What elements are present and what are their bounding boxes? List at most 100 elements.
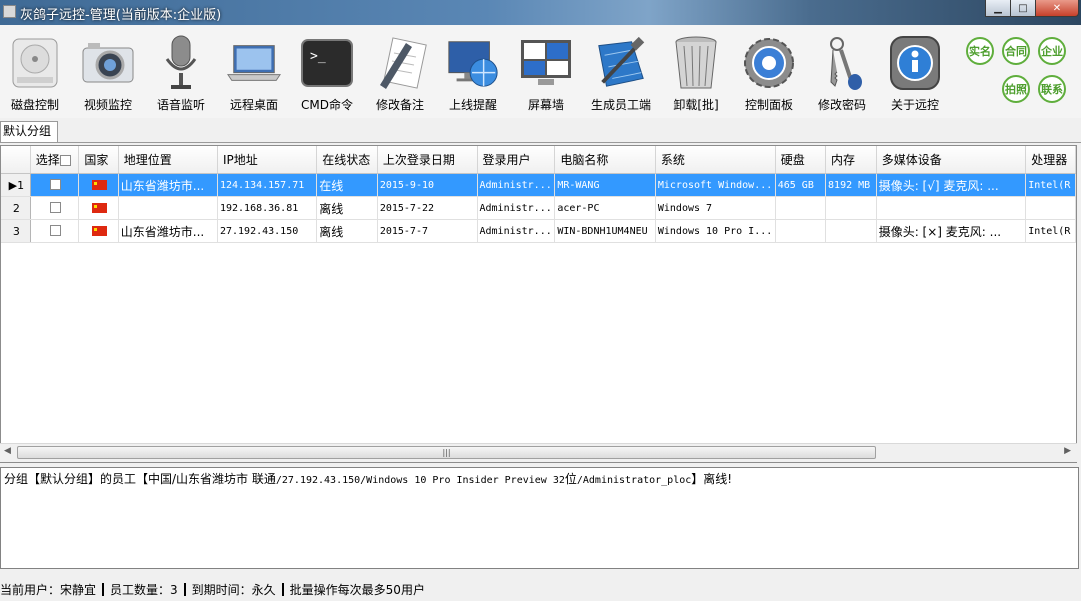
toolbar-label: 视频监控 xyxy=(83,98,132,112)
control-panel-gear-icon xyxy=(741,33,797,93)
row-number[interactable]: ▶1 xyxy=(1,173,31,197)
log-text: 位 xyxy=(564,472,577,486)
cell-memory: 8192 MB xyxy=(825,173,877,197)
row-number[interactable]: 3 xyxy=(1,219,31,243)
cell-memory xyxy=(825,196,877,220)
cell-pc-name: MR-WANG xyxy=(554,173,656,197)
col-header-memory[interactable]: 内存 xyxy=(825,146,877,174)
table-header: 选择 国家 地理位置 IP地址 在线状态 上次登录日期 登录用户 电脑名称 系统… xyxy=(1,146,1076,174)
minimize-button[interactable]: ▁ xyxy=(985,0,1011,17)
cmd-command-button[interactable]: >_ CMD命令 xyxy=(290,33,364,117)
status-bar: 当前用户：宋静宜 员工数量：3 到期时间：永久 批量操作每次最多50用户 xyxy=(0,580,425,598)
col-header-os[interactable]: 系统 xyxy=(655,146,776,174)
disk-control-button[interactable]: 磁盘控制 xyxy=(0,33,72,117)
col-header-location[interactable]: 地理位置 xyxy=(118,146,218,174)
cell-os: Microsoft Window... xyxy=(655,173,776,197)
scrollbar-thumb[interactable]: ||| xyxy=(17,446,876,459)
col-header-user[interactable]: 登录用户 xyxy=(477,146,556,174)
svg-text:>_: >_ xyxy=(310,49,326,64)
real-name-badge[interactable]: 实名 xyxy=(966,37,994,65)
enterprise-badge[interactable]: 企业 xyxy=(1038,37,1066,65)
row-number[interactable]: 2 xyxy=(1,196,31,220)
cell-memory xyxy=(825,219,877,243)
cell-location: 山东省潍坊市... xyxy=(118,173,218,197)
table-row[interactable]: ▶1 山东省潍坊市... 124.134.157.71 在线 2015-9-10… xyxy=(1,173,1076,197)
col-header-media[interactable]: 多媒体设备 xyxy=(876,146,1027,174)
china-flag-icon xyxy=(92,179,108,190)
row-header-corner xyxy=(1,146,31,174)
employee-count: 员工数量：3 xyxy=(110,582,178,597)
col-header-select[interactable]: 选择 xyxy=(30,146,80,174)
online-alert-button[interactable]: 上线提醒 xyxy=(436,33,510,117)
log-text: 分组【默认分组】的员工【中国/山东省潍坊市 联通 xyxy=(4,472,276,486)
maximize-button[interactable]: □ xyxy=(1010,0,1036,17)
horizontal-scrollbar[interactable]: ◀ ||| ▶ xyxy=(0,443,1077,462)
cell-media xyxy=(876,196,1027,220)
remote-desktop-button[interactable]: 远程桌面 xyxy=(217,33,291,117)
photo-badge[interactable]: 拍照 xyxy=(1002,75,1030,103)
cell-pc-name: WIN-BDNH1UM4NEU xyxy=(554,219,656,243)
row-checkbox[interactable] xyxy=(50,179,62,191)
edit-note-button[interactable]: 修改备注 xyxy=(363,33,437,117)
screen-wall-icon xyxy=(518,33,574,93)
app-icon xyxy=(3,5,16,18)
col-header-disk[interactable]: 硬盘 xyxy=(775,146,827,174)
col-header-cpu[interactable]: 处理器 xyxy=(1025,146,1076,174)
current-user: 当前用户：宋静宜 xyxy=(0,582,97,597)
select-all-checkbox[interactable] xyxy=(59,155,71,166)
col-header-ip[interactable]: IP地址 xyxy=(217,146,318,174)
toolbar-label: 控制面板 xyxy=(744,98,793,112)
build-client-button[interactable]: 生成员工端 xyxy=(584,33,658,117)
event-log[interactable]: 分组【默认分组】的员工【中国/山东省潍坊市 联通/27.192.43.150/W… xyxy=(0,467,1079,569)
about-button[interactable]: 关于远控 xyxy=(878,33,952,117)
toolbar-label: 关于远控 xyxy=(890,98,939,112)
scroll-right-icon[interactable]: ▶ xyxy=(1064,446,1071,456)
china-flag-icon xyxy=(92,202,108,213)
col-header-status[interactable]: 在线状态 xyxy=(316,146,378,174)
toolbar-label: 上线提醒 xyxy=(448,98,497,112)
batch-note: 批量操作每次最多50用户 xyxy=(289,582,425,597)
hard-disk-icon xyxy=(7,33,63,93)
contact-badge[interactable]: 联系 xyxy=(1038,75,1066,103)
row-checkbox[interactable] xyxy=(50,202,62,214)
cell-last-login: 2015-9-10 xyxy=(377,173,478,197)
table-row[interactable]: 3 山东省潍坊市... 27.192.43.150 离线 2015-7-7 Ad… xyxy=(1,219,1076,243)
keys-icon xyxy=(814,33,870,93)
control-panel-button[interactable]: 控制面板 xyxy=(732,33,806,117)
close-icon: ✕ xyxy=(1052,2,1062,14)
toolbar-label: CMD命令 xyxy=(301,98,353,112)
trash-icon xyxy=(668,33,724,93)
maximize-icon: □ xyxy=(1018,2,1028,14)
client-table: 选择 国家 地理位置 IP地址 在线状态 上次登录日期 登录用户 电脑名称 系统… xyxy=(0,145,1077,463)
row-checkbox[interactable] xyxy=(50,225,62,237)
camera-icon xyxy=(80,33,136,93)
change-password-button[interactable]: 修改密码 xyxy=(805,33,879,117)
col-header-country[interactable]: 国家 xyxy=(78,146,119,174)
cell-disk xyxy=(775,196,827,220)
table-row[interactable]: 2 192.168.36.81 离线 2015-7-22 Administr..… xyxy=(1,196,1076,220)
col-header-last-login[interactable]: 上次登录日期 xyxy=(377,146,478,174)
tab-default-group[interactable]: 默认分组 xyxy=(0,121,58,142)
toolbar: 磁盘控制 视频监控 语音监听 远程桌面 >_ CMD命令 修改备注 上线提醒 屏… xyxy=(0,25,1081,118)
cell-media: 摄像头: [×] 麦克风: ... xyxy=(876,219,1027,243)
close-button[interactable]: ✕ xyxy=(1035,0,1079,17)
col-header-pc-name[interactable]: 电脑名称 xyxy=(554,146,656,174)
toolbar-label: 修改密码 xyxy=(817,98,866,112)
audio-monitor-button[interactable]: 语音监听 xyxy=(144,33,218,117)
cell-cpu: Intel(R xyxy=(1025,219,1076,243)
cell-pc-name: acer-PC xyxy=(554,196,656,220)
cell-os: Windows 7 xyxy=(655,196,776,220)
scroll-left-icon[interactable]: ◀ xyxy=(4,446,11,456)
expire-time: 到期时间：永久 xyxy=(191,582,276,597)
contract-badge[interactable]: 合同 xyxy=(1002,37,1030,65)
screen-wall-button[interactable]: 屏幕墙 xyxy=(509,33,583,117)
window-title: 灰鸽子远控-管理(当前版本:企业版) xyxy=(20,8,222,23)
group-tab-strip: 默认分组 xyxy=(0,121,1081,143)
microphone-icon xyxy=(153,33,209,93)
build-tools-icon xyxy=(593,33,649,93)
cell-cpu: Intel(R xyxy=(1025,173,1076,197)
edit-note-icon xyxy=(372,33,428,93)
cell-disk: 465 GB xyxy=(775,173,827,197)
uninstall-batch-button[interactable]: 卸载[批] xyxy=(659,33,733,117)
video-monitor-button[interactable]: 视频监控 xyxy=(71,33,145,117)
